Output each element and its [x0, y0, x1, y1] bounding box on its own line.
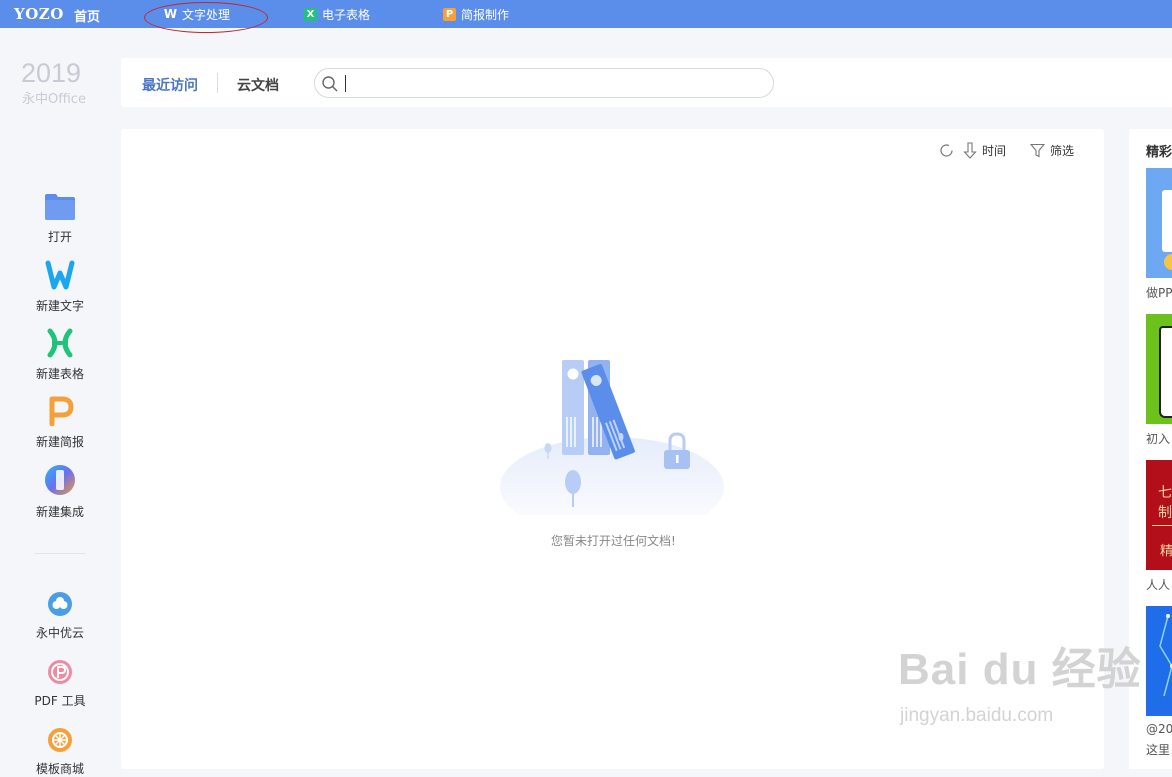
thumb-3-line: [1152, 525, 1172, 526]
sidebar-pdf-tool-label: PDF 工具: [34, 694, 86, 708]
tab-slides[interactable]: P 简报制作: [443, 6, 509, 22]
sheet-x-icon: X: [304, 7, 317, 21]
recommend-caption-4[interactable]: @20: [1146, 722, 1172, 736]
folder-icon: [45, 194, 75, 220]
slides-p-icon: P: [443, 7, 456, 21]
baidu-jingyan-watermark: Bai du 经验 jingyan.baidu.com: [898, 633, 1142, 726]
sidebar-new-writer-label: 新建文字: [35, 299, 84, 313]
sidebar-new-sheet-label: 新建表格: [35, 367, 84, 381]
recommend-thumb-2[interactable]: [1146, 314, 1172, 424]
recommend-caption-5[interactable]: 这里: [1146, 741, 1170, 758]
sidebar-new-integrated[interactable]: 新建集成: [0, 464, 120, 520]
sort-label: 时间: [982, 144, 1007, 158]
tab-recent[interactable]: 最近访问: [142, 75, 198, 95]
refresh-icon: [940, 144, 953, 157]
recommend-thumb-3[interactable]: 七 制 精: [1146, 460, 1172, 570]
sheet-x-icon: [47, 328, 73, 358]
slides-p-icon: [49, 396, 74, 427]
brand-product: 永中Office: [22, 92, 86, 107]
thumb-3-glyph: 七: [1158, 485, 1172, 501]
sidebar-open[interactable]: 打开: [0, 193, 120, 245]
sidebar-open-label: 打开: [47, 230, 72, 244]
watermark-url: jingyan.baidu.com: [900, 705, 1054, 726]
tab-slides-label: 简报制作: [461, 7, 510, 22]
sidebar-template-store[interactable]: 模板商城: [0, 727, 120, 777]
recommend-caption-3[interactable]: 人人: [1146, 576, 1170, 593]
cloud-service-icon: [48, 592, 72, 616]
search-box[interactable]: [314, 68, 774, 98]
watermark-brand: Bai du 经验: [898, 645, 1142, 694]
pdf-tool-icon: [48, 660, 72, 684]
app-logo: YOZO: [14, 5, 64, 23]
thumb-1-accent: [1164, 254, 1172, 270]
integrated-icon: [45, 465, 75, 495]
writer-w-icon: [45, 260, 75, 290]
tab-sheet[interactable]: X 电子表格: [304, 6, 370, 22]
tab-cloud-docs[interactable]: 云文档: [237, 75, 279, 95]
search-input[interactable]: [349, 73, 753, 95]
empty-folder-illustration: [500, 360, 724, 515]
sidebar-new-writer[interactable]: 新建文字: [0, 260, 120, 314]
search-divider: [345, 75, 346, 92]
sidebar-cloud-service-label: 永中优云: [35, 626, 84, 640]
thumb-3-glyph-3: 精: [1160, 544, 1172, 559]
search-icon: [322, 76, 338, 92]
recommend-caption-1[interactable]: 做PP: [1146, 284, 1172, 301]
sidebar-new-slides[interactable]: 新建简报: [0, 396, 120, 450]
thumb-2-shape: [1159, 326, 1172, 418]
thumb-1-shape: [1162, 190, 1172, 252]
thumb-4-graphic: [1159, 614, 1172, 697]
sort-by-time-button[interactable]: 时间: [963, 142, 1006, 159]
sidebar-divider: [34, 553, 86, 554]
recommend-title: 精彩: [1146, 145, 1172, 160]
recommend-caption-2[interactable]: 初入: [1146, 430, 1170, 447]
tab-home[interactable]: 首页: [74, 6, 100, 25]
recommend-thumb-1[interactable]: [1146, 168, 1172, 278]
tab-sheet-label: 电子表格: [322, 7, 371, 22]
sidebar-template-store-label: 模板商城: [35, 762, 84, 776]
sidebar-new-integrated-label: 新建集成: [35, 505, 84, 519]
template-store-icon: [48, 728, 72, 752]
empty-state-message: 您暂未打开过任何文档!: [551, 534, 676, 548]
thumb-3-glyph-2: 制: [1158, 505, 1172, 521]
sidebar-pdf-tool[interactable]: PDF 工具: [0, 659, 120, 709]
filter-label: 筛选: [1050, 144, 1075, 158]
sidebar-cloud-service[interactable]: 永中优云: [0, 591, 120, 641]
recommend-thumb-4[interactable]: [1146, 606, 1172, 716]
refresh-button[interactable]: [938, 142, 955, 159]
sort-down-arrow-icon: [963, 142, 977, 159]
sidebar-new-slides-label: 新建简报: [35, 435, 84, 449]
filter-button[interactable]: 筛选: [1030, 142, 1074, 159]
sidebar-new-sheet[interactable]: 新建表格: [0, 328, 120, 382]
brand-year: 2019: [21, 58, 82, 88]
annotation-ellipse: [144, 2, 268, 33]
filter-icon: [1030, 143, 1045, 158]
header-divider: [217, 73, 218, 93]
